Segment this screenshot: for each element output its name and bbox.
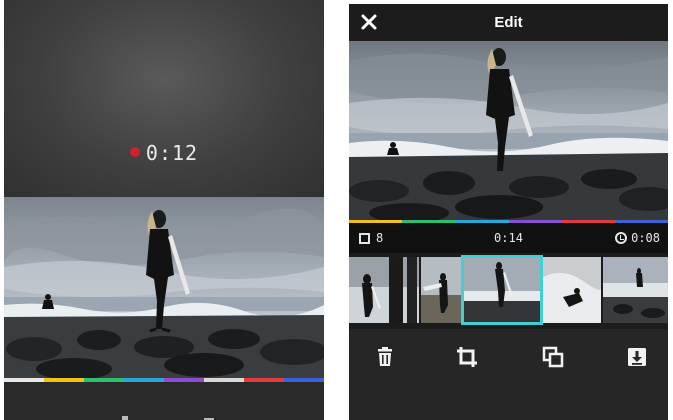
camera-viewfinder[interactable]: 0:12 [4,0,324,197]
record-dot-icon [129,147,140,157]
duplicate-clip-button[interactable] [541,345,565,369]
crop-button[interactable] [455,345,479,369]
surfer-photo [4,197,324,380]
clock-icon [615,232,628,244]
crop-icon [457,347,477,367]
recording-screen: 0:12 [4,0,324,420]
trash-icon [378,347,392,366]
recording-timer: 0:12 [4,141,324,165]
clip-preview[interactable] [349,41,668,221]
captured-clip-preview [4,197,324,380]
clip-thumbnail[interactable] [603,257,668,323]
save-download-button[interactable] [625,345,649,369]
download-icon [628,348,646,366]
clip-filmstrip [349,253,668,329]
duplicate-icon [542,346,564,368]
clip-thumbnail[interactable] [543,257,601,323]
clip-thumbnail[interactable] [421,257,461,323]
total-duration-value: 0:08 [631,231,660,245]
recording-time: 0:12 [145,141,199,165]
clip-thumbnail[interactable] [349,257,419,323]
edit-header: Edit [349,4,668,41]
delete-clip-button[interactable] [373,345,397,369]
recording-controls-bar [4,382,324,420]
clip-info-bar: 8 0:14 0:08 [349,223,668,253]
edit-screen: Edit 8 0:14 0:08 [349,4,668,420]
clip-thumbnail-selected[interactable] [461,255,543,325]
total-duration: 0:08 [615,231,660,245]
page-title: Edit [494,14,523,31]
app-screenshot-composite: 0:12 Edit 8 0:14 0:08 [0,0,673,420]
control-icon[interactable] [122,416,128,420]
edit-toolbar [349,329,668,420]
surfer-photo [349,41,668,221]
